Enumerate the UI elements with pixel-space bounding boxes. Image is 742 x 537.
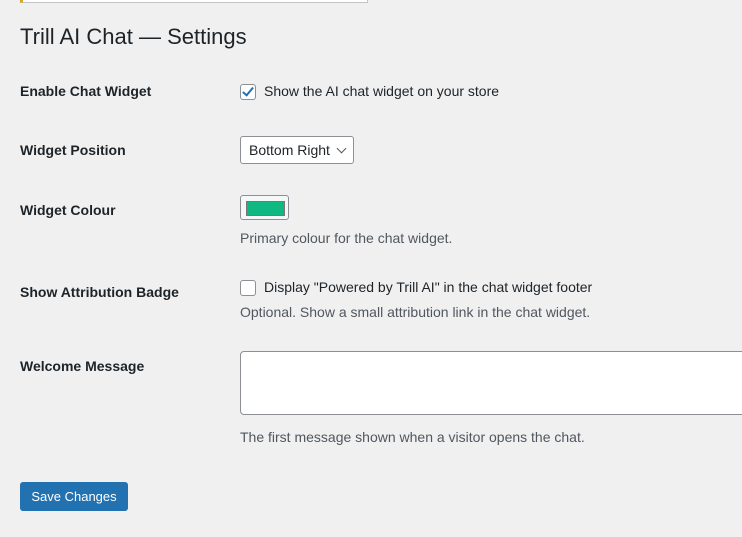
admin-notice xyxy=(20,0,368,3)
checkbox-checked-icon[interactable] xyxy=(240,84,256,101)
enable-chat-checkbox[interactable]: Show the AI chat widget on your store xyxy=(240,83,500,101)
welcome-message-description: The first message shown when a visitor o… xyxy=(240,429,585,445)
page-title: Trill AI Chat — Settings xyxy=(20,24,247,49)
widget-position-label: Widget Position xyxy=(20,142,126,158)
widget-colour-description: Primary colour for the chat widget. xyxy=(240,230,453,246)
widget-position-value: Bottom Right xyxy=(249,142,330,158)
enable-chat-checkbox-label: Show the AI chat widget on your store xyxy=(264,83,500,99)
welcome-message-textarea[interactable] xyxy=(240,351,742,415)
attribution-badge-description: Optional. Show a small attribution link … xyxy=(240,304,591,320)
widget-position-select[interactable]: Bottom Right xyxy=(240,136,354,164)
colour-swatch xyxy=(246,201,285,216)
save-changes-button[interactable]: Save Changes xyxy=(20,482,128,511)
attribution-badge-checkbox[interactable]: Display "Powered by Trill AI" in the cha… xyxy=(240,279,593,297)
attribution-badge-checkbox-label: Display "Powered by Trill AI" in the cha… xyxy=(264,279,593,295)
enable-chat-label: Enable Chat Widget xyxy=(20,83,152,99)
chevron-down-icon xyxy=(336,143,347,154)
welcome-message-label: Welcome Message xyxy=(20,358,145,374)
widget-colour-label: Widget Colour xyxy=(20,202,116,218)
checkbox-unchecked-icon[interactable] xyxy=(240,280,256,297)
widget-colour-picker[interactable] xyxy=(240,195,289,220)
attribution-badge-label: Show Attribution Badge xyxy=(20,284,179,300)
